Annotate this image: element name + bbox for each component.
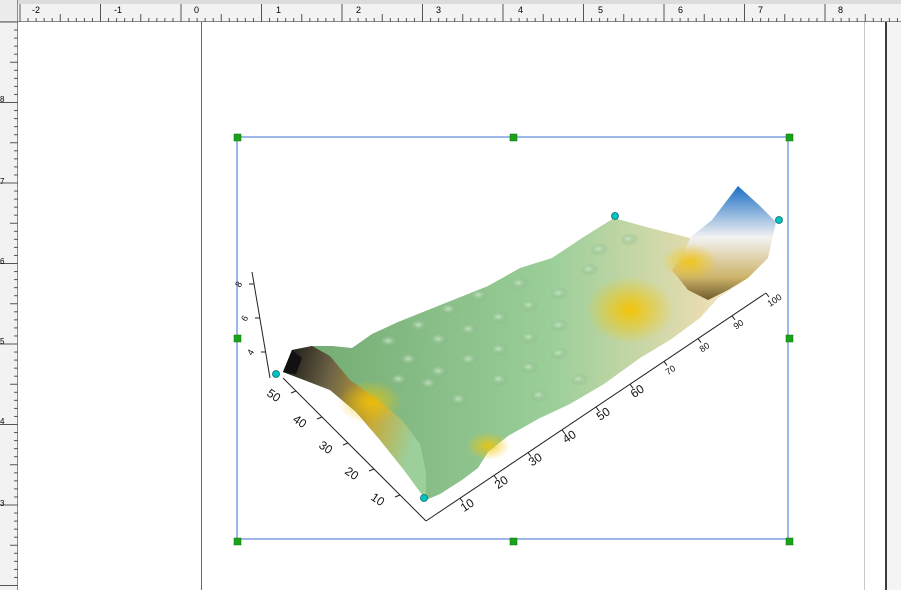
y-axis-tick: [368, 468, 375, 472]
resize-handle[interactable]: [233, 537, 242, 546]
resize-handle[interactable]: [509, 133, 518, 142]
surface-highlight: [338, 380, 402, 424]
surface-bump: [551, 320, 569, 332]
surface-bump: [521, 362, 539, 374]
surface-plot[interactable]: 10 20 30 40 50 60 70 80 90 100 10 20 30 40 50 8 6 4: [0, 0, 901, 590]
rotation-vertex[interactable]: [775, 216, 783, 224]
surface-bump: [401, 354, 419, 366]
resize-handle[interactable]: [233, 133, 242, 142]
x-axis-tick: [765, 292, 770, 298]
z-axis-line: [251, 271, 271, 379]
y-tick-label: 10: [368, 490, 387, 509]
y-axis-tick: [316, 416, 323, 420]
surface-bump: [581, 264, 599, 276]
y-tick-label: 30: [316, 438, 335, 457]
surface-bump: [461, 324, 479, 336]
y-tick-label: 40: [290, 412, 309, 431]
surface-bump: [431, 366, 449, 378]
x-tick-label: 30: [526, 450, 545, 469]
surface-bump: [461, 354, 479, 366]
x-axis-tick: [731, 315, 736, 321]
surface-bump: [551, 288, 569, 300]
x-tick-label: 20: [492, 473, 511, 492]
surface-bump: [411, 320, 429, 332]
surface-bump: [531, 390, 549, 402]
rotation-vertex[interactable]: [611, 212, 619, 220]
y-axis-tick: [342, 442, 349, 446]
x-tick-label: 50: [594, 404, 613, 423]
surface-bump: [521, 300, 539, 312]
y-tick-label: 50: [264, 386, 283, 405]
surface-bump: [491, 374, 509, 386]
resize-handle[interactable]: [785, 537, 794, 546]
resize-handle[interactable]: [509, 537, 518, 546]
surface-highlight: [466, 432, 510, 460]
surface-bump: [621, 234, 639, 246]
surface-bump: [471, 290, 489, 302]
surface-bump: [571, 374, 589, 386]
x-axis-tick: [697, 338, 702, 343]
x-tick-label: 10: [458, 495, 477, 514]
x-axis-tick: [663, 361, 668, 366]
surface-bump: [431, 334, 449, 346]
z-tick-label: 8: [233, 280, 244, 289]
x-tick-label: 80: [698, 340, 712, 354]
x-tick-label: 100: [766, 292, 784, 309]
x-tick-label: 60: [628, 381, 647, 400]
x-tick-label: 70: [664, 363, 678, 377]
x-tick-label: 40: [560, 427, 579, 446]
z-tick-label: 6: [239, 314, 250, 323]
surface-bump: [441, 304, 459, 316]
z-axis-ticks: 8 6 4: [233, 280, 266, 357]
resize-handle[interactable]: [785, 334, 794, 343]
surface-bump: [381, 336, 399, 348]
y-axis-tick: [394, 494, 401, 498]
surface-bump: [491, 344, 509, 356]
resize-handle[interactable]: [233, 334, 242, 343]
resize-handle[interactable]: [785, 133, 794, 142]
surface-bump: [451, 394, 469, 406]
surface-highlight: [586, 276, 674, 344]
surface-bump: [491, 312, 509, 324]
surface-bump: [551, 348, 569, 360]
surface-bump: [591, 244, 609, 256]
rotation-vertex[interactable]: [420, 494, 428, 502]
surface-bump: [421, 378, 439, 390]
surface-highlight: [662, 244, 718, 280]
surface-bump: [391, 374, 409, 386]
surface-bump: [521, 332, 539, 344]
rotation-vertex[interactable]: [272, 370, 280, 378]
y-tick-label: 20: [342, 464, 361, 483]
y-axis-tick: [290, 390, 297, 394]
surface-bump: [511, 278, 529, 290]
x-tick-label: 90: [732, 318, 746, 332]
z-tick-label: 4: [245, 348, 256, 357]
